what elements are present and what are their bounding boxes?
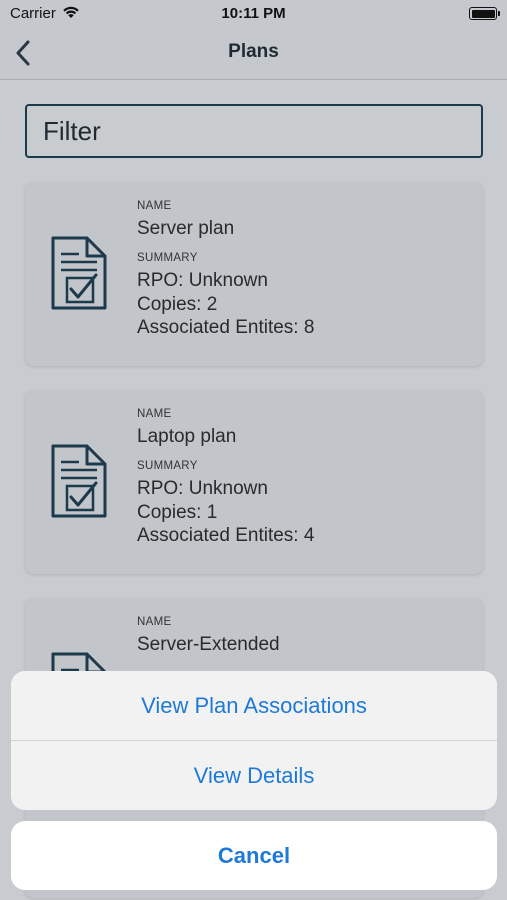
- filter-field[interactable]: [25, 104, 483, 158]
- summary-label: SUMMARY: [137, 460, 198, 472]
- status-bar: Carrier 10:11 PM: [0, 0, 507, 28]
- summary-rpo: RPO: Unknown: [137, 478, 268, 499]
- summary-copies: Copies: 1: [137, 501, 218, 523]
- navigation-bar: Plans: [0, 28, 507, 80]
- cancel-button[interactable]: Cancel: [11, 821, 497, 890]
- plan-card[interactable]: NAME Server plan SUMMARY RPO: Unknown Co…: [25, 182, 483, 366]
- document-check-icon: [51, 444, 107, 518]
- view-details-button[interactable]: View Details: [11, 741, 497, 810]
- summary-copies: Copies: 2: [137, 293, 218, 315]
- plan-name: Laptop plan: [137, 426, 237, 447]
- plan-name: Server-Extended: [137, 634, 280, 655]
- plan-name: Server plan: [137, 218, 235, 239]
- name-label: NAME: [137, 408, 172, 420]
- name-label: NAME: [137, 200, 172, 212]
- document-check-icon: [51, 236, 107, 310]
- summary-entities: Associated Entites: 8: [137, 317, 315, 338]
- summary-label: SUMMARY: [137, 252, 198, 264]
- plan-card[interactable]: NAME Laptop plan SUMMARY RPO: Unknown Co…: [25, 390, 483, 574]
- summary-entities: Associated Entites: 4: [137, 525, 315, 546]
- battery-icon: [469, 7, 500, 20]
- status-time: 10:11 PM: [221, 5, 286, 22]
- name-label: NAME: [137, 616, 172, 628]
- view-plan-associations-button[interactable]: View Plan Associations: [11, 671, 497, 740]
- page-title: Plans: [228, 41, 279, 62]
- action-sheet: View Plan Associations View Details: [11, 671, 497, 810]
- filter-input[interactable]: [27, 106, 481, 156]
- summary-rpo: RPO: Unknown: [137, 270, 268, 291]
